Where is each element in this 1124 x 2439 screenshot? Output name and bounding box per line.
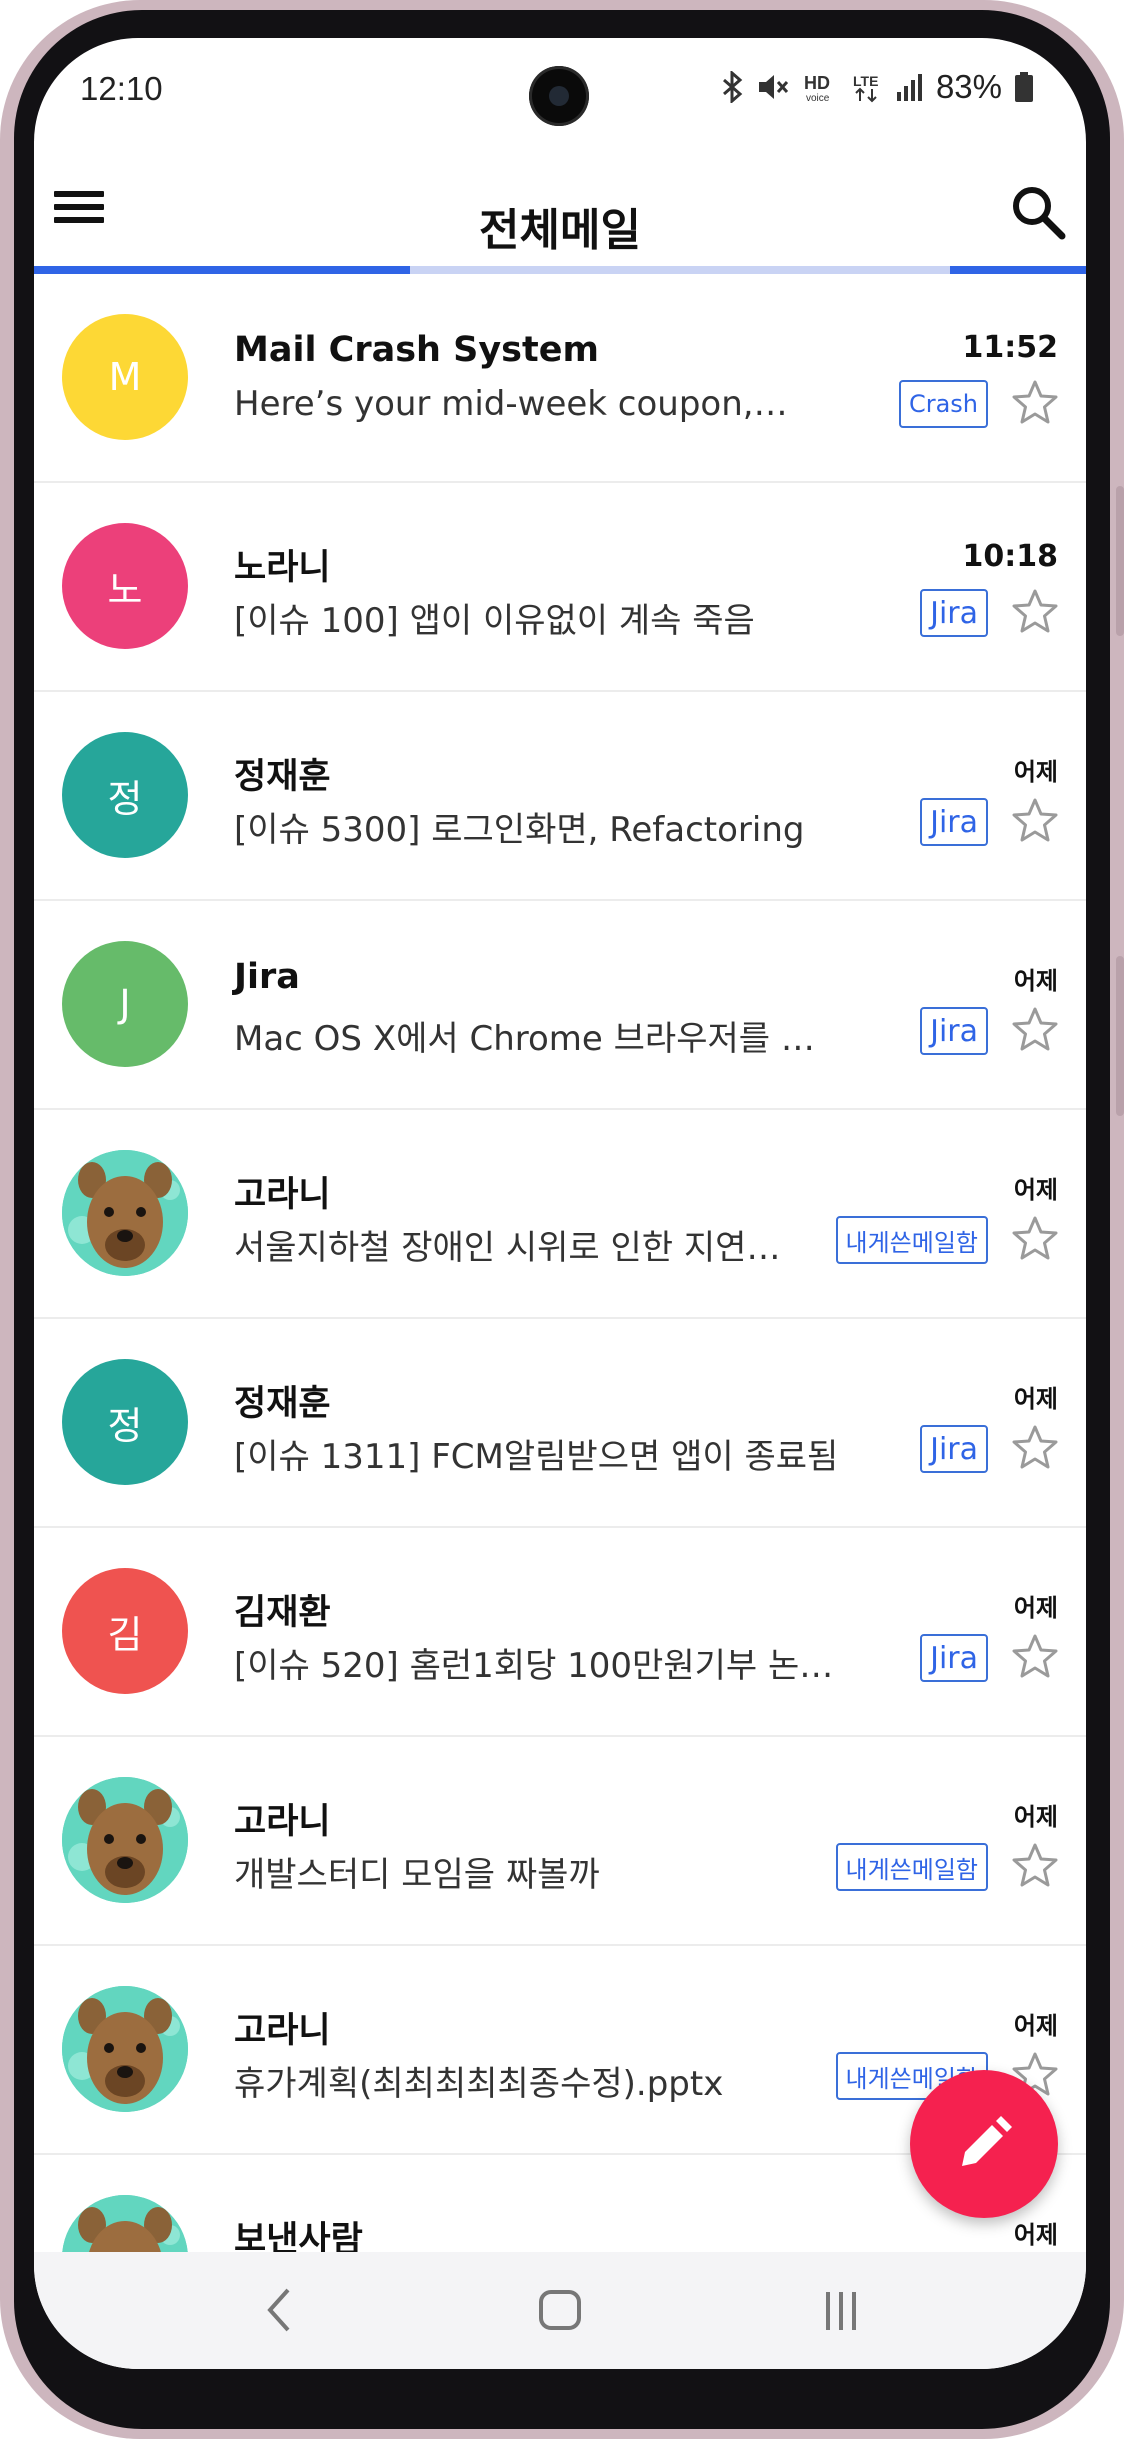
battery-percent: 83%: [935, 68, 1002, 105]
email-time: 어제: [1013, 967, 1058, 995]
recents-icon[interactable]: [806, 2280, 876, 2340]
email-sender: 고라니: [234, 1802, 331, 1842]
hd-voice-icon: HD voice: [802, 71, 840, 103]
system-nav-bar: [34, 2252, 1086, 2369]
email-time: 어제: [1013, 1176, 1058, 1204]
email-sender: 고라니: [234, 1175, 331, 1215]
avatar: 정: [62, 732, 188, 858]
volume-button: [1116, 486, 1124, 636]
email-subject: [이슈 1311] FCM알림받으면 앱이 종료됨: [234, 1437, 839, 1477]
star-icon[interactable]: [1010, 796, 1060, 846]
mailbox-tag: Jira: [920, 589, 988, 637]
email-time: 어제: [1013, 1385, 1058, 1413]
email-list: M Mail Crash System Here’s your mid-week c…: [34, 274, 1086, 2364]
page-title: 전체메일: [479, 205, 641, 256]
email-row[interactable]: 정 정재훈 [이슈 1311] FCM알림받으면 앱이 종료됨 어제 Jira: [34, 1319, 1086, 1528]
app-bar: 전체메일: [34, 156, 1086, 268]
star-icon[interactable]: [1010, 1214, 1060, 1264]
email-time: 어제: [1013, 2221, 1058, 2249]
email-row[interactable]: 정 정재훈 [이슈 5300] 로그인화면, Refactoring 어제 Jira: [34, 692, 1086, 901]
email-subject: 서울지하철 장애인 시위로 인한 지연이...: [234, 1228, 794, 1268]
email-subject: 개발스터디 모임을 짜볼까: [234, 1855, 600, 1895]
avatar: 노: [62, 523, 188, 649]
avatar: M: [62, 314, 188, 440]
star-icon[interactable]: [1010, 378, 1060, 428]
mailbox-tag: Jira: [920, 1007, 988, 1055]
email-time: 어제: [1013, 1594, 1058, 1622]
email-row[interactable]: 고라니개발스터디 모임을 짜볼까 어제내게쓴메일함: [34, 1737, 1086, 1946]
star-icon[interactable]: [1010, 1632, 1060, 1682]
svg-text:HD: HD: [804, 73, 830, 93]
email-row[interactable]: M Mail Crash System Here’s your mid-week c…: [34, 274, 1086, 483]
mailbox-tag: Jira: [920, 798, 988, 846]
email-subject: [이슈 520] 홈런1회당 100만원기부 논의건: [234, 1646, 844, 1686]
power-button: [1116, 956, 1124, 1116]
tab-indicator-active-left: [34, 266, 410, 274]
email-time: 어제: [1013, 2012, 1058, 2040]
tab-indicator: [34, 266, 1086, 274]
avatar: J: [62, 941, 188, 1067]
email-row[interactable]: 김 김재환 [이슈 520] 홈런1회당 100만원기부 논의건 어제 Jira: [34, 1528, 1086, 1737]
email-sender: 고라니: [234, 2011, 331, 2051]
bluetooth-icon: [722, 71, 744, 103]
mailbox-tag: Jira: [920, 1425, 988, 1473]
pencil-compose-icon: [962, 2116, 1012, 2166]
screen: 12:10 HD voice LTE 83% 전체메일 M Mail Crash…: [34, 38, 1086, 2369]
email-row[interactable]: J Jira Mac OS X에서 Chrome 브라우저를 통해 새.. 어제 Jir…: [34, 901, 1086, 1110]
lte-icon: LTE: [852, 71, 884, 103]
avatar: 정: [62, 1359, 188, 1485]
email-sender: 정재훈: [234, 1384, 331, 1424]
status-icons: HD voice LTE 83%: [722, 68, 1034, 106]
avatar: 김: [62, 1568, 188, 1694]
mailbox-tag: Crash: [898, 380, 988, 428]
email-sender: 정재훈: [234, 757, 331, 797]
mailbox-tag: Jira: [920, 1634, 988, 1682]
svg-text:LTE: LTE: [853, 73, 878, 89]
email-sender: 김재환: [234, 1593, 331, 1633]
front-camera: [529, 66, 589, 126]
email-row[interactable]: 노 노라니 [이슈 100] 앱이 이유없이 계속 죽음 10:18 Jira: [34, 483, 1086, 692]
email-time: 어제: [1013, 758, 1058, 786]
mute-icon: [756, 71, 790, 103]
email-time: 11:52: [962, 330, 1059, 365]
status-time: 12:10: [80, 70, 163, 107]
email-row[interactable]: 고라니서울지하철 장애인 시위로 인한 지연이... 어제내게쓴메일함: [34, 1110, 1086, 1319]
svg-text:voice: voice: [806, 93, 830, 103]
back-icon[interactable]: [244, 2280, 314, 2340]
email-sender: Jira: [234, 957, 300, 997]
signal-icon: [896, 72, 924, 102]
email-sender: 노라니: [234, 548, 331, 588]
avatar-deer-image: [62, 1150, 188, 1276]
email-subject: Here’s your mid-week coupon, but you...: [234, 384, 794, 424]
mailbox-tag: 내게쓴메일함: [835, 1216, 988, 1264]
email-time: 어제: [1013, 1803, 1058, 1831]
tab-indicator-active-right: [950, 266, 1086, 274]
star-icon[interactable]: [1010, 1423, 1060, 1473]
avatar-deer-image: [62, 1986, 188, 2112]
email-time: 10:18: [962, 539, 1059, 574]
email-sender: Mail Crash System: [234, 330, 599, 370]
email-subject: 휴가계획(최최최최최종수정).pptx: [234, 2064, 724, 2104]
compose-button[interactable]: [910, 2070, 1058, 2218]
battery-icon: [1014, 71, 1034, 103]
star-icon[interactable]: [1010, 587, 1060, 637]
star-icon[interactable]: [1010, 1005, 1060, 1055]
star-icon[interactable]: [1010, 1841, 1060, 1891]
email-subject: [이슈 100] 앱이 이유없이 계속 죽음: [234, 601, 755, 641]
home-icon[interactable]: [525, 2280, 595, 2340]
email-subject: Mac OS X에서 Chrome 브라우저를 통해 새..: [234, 1019, 844, 1059]
search-icon[interactable]: [1008, 182, 1068, 242]
email-subject: [이슈 5300] 로그인화면, Refactoring: [234, 810, 805, 850]
mailbox-tag: 내게쓴메일함: [835, 1843, 988, 1891]
avatar-deer-image: [62, 1777, 188, 1903]
